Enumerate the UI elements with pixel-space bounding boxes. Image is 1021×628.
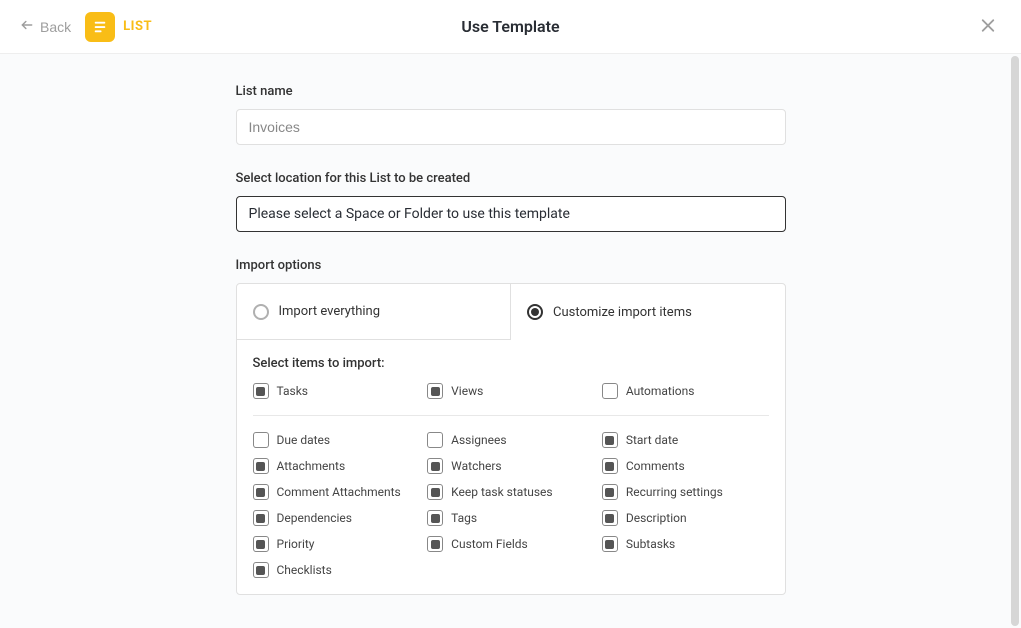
- list-icon: [85, 12, 115, 42]
- checkbox-label: Attachments: [277, 459, 346, 473]
- checkbox-item-attachments[interactable]: Attachments: [253, 458, 420, 474]
- location-section: Select location for this List to be crea…: [236, 171, 786, 232]
- scrollbar[interactable]: [1011, 56, 1019, 626]
- checkbox-item-priority[interactable]: Priority: [253, 536, 420, 552]
- page-title: Use Template: [461, 17, 559, 36]
- checkbox-label: Custom Fields: [451, 537, 528, 551]
- checkbox-item-checklists[interactable]: Checklists: [253, 562, 420, 578]
- checkbox-label: Keep task statuses: [451, 485, 552, 499]
- checkbox-icon: [602, 432, 618, 448]
- close-button[interactable]: [975, 12, 1001, 41]
- location-label: Select location for this List to be crea…: [236, 171, 786, 186]
- checkbox-icon: [427, 458, 443, 474]
- checkbox-label: Start date: [626, 433, 678, 447]
- checkbox-item-comments[interactable]: Comments: [602, 458, 769, 474]
- modal-header: Back LIST Use Template: [0, 0, 1021, 54]
- import-options-section: Import options Import everything Customi…: [236, 258, 786, 595]
- checkbox-item-dependencies[interactable]: Dependencies: [253, 510, 420, 526]
- checkbox-icon: [602, 458, 618, 474]
- close-icon: [979, 22, 997, 37]
- checkbox-label: Comment Attachments: [277, 485, 401, 499]
- back-button[interactable]: Back: [16, 14, 75, 39]
- location-placeholder: Please select a Space or Folder to use t…: [249, 206, 570, 222]
- checkbox-item-due-dates[interactable]: Due dates: [253, 432, 420, 448]
- checkbox-label: Dependencies: [277, 511, 352, 525]
- checkbox-label: Priority: [277, 537, 315, 551]
- checkbox-icon: [602, 484, 618, 500]
- list-name-section: List name: [236, 84, 786, 145]
- checkbox-item-custom-fields[interactable]: Custom Fields: [427, 536, 594, 552]
- content-area: List name Select location for this List …: [0, 54, 1021, 628]
- checkbox-section: Tasks Views Automations Due dates Assignees…: [237, 383, 785, 594]
- checkbox-label: Tags: [451, 511, 477, 525]
- location-select[interactable]: Please select a Space or Folder to use t…: [236, 196, 786, 232]
- checkbox-icon: [427, 383, 443, 399]
- import-panel: Import everything Customize import items…: [236, 283, 786, 595]
- list-badge: LIST: [85, 12, 152, 42]
- checkbox-label: Assignees: [451, 433, 506, 447]
- checkbox-item-views[interactable]: Views: [427, 383, 594, 399]
- top-checkbox-grid: Tasks Views Automations: [253, 383, 769, 416]
- checkbox-label: Comments: [626, 459, 685, 473]
- checkbox-item-start-date[interactable]: Start date: [602, 432, 769, 448]
- select-items-label: Select items to import:: [237, 340, 785, 383]
- radio-label: Customize import items: [553, 305, 692, 320]
- list-name-label: List name: [236, 84, 786, 99]
- checkbox-icon: [602, 383, 618, 399]
- checkbox-item-assignees[interactable]: Assignees: [427, 432, 594, 448]
- checkbox-icon: [253, 510, 269, 526]
- back-label: Back: [40, 19, 71, 35]
- detail-checkbox-grid: Due dates Assignees Start date Attachments W…: [253, 432, 769, 578]
- arrow-left-icon: [20, 18, 34, 35]
- checkbox-label: Description: [626, 511, 687, 525]
- list-badge-text: LIST: [123, 19, 152, 34]
- checkbox-icon: [253, 458, 269, 474]
- checkbox-icon: [427, 536, 443, 552]
- checkbox-label: Automations: [626, 384, 695, 398]
- checkbox-icon: [253, 536, 269, 552]
- checkbox-icon: [427, 484, 443, 500]
- checkbox-item-automations[interactable]: Automations: [602, 383, 769, 399]
- checkbox-icon: [253, 484, 269, 500]
- radio-import-everything[interactable]: Import everything: [237, 284, 512, 340]
- checkbox-label: Due dates: [277, 433, 331, 447]
- checkbox-label: Subtasks: [626, 537, 675, 551]
- checkbox-label: Recurring settings: [626, 485, 723, 499]
- checkbox-item-tasks[interactable]: Tasks: [253, 383, 420, 399]
- checkbox-item-description[interactable]: Description: [602, 510, 769, 526]
- checkbox-icon: [602, 510, 618, 526]
- checkbox-item-keep-task-statuses[interactable]: Keep task statuses: [427, 484, 594, 500]
- checkbox-label: Checklists: [277, 563, 332, 577]
- radio-label: Import everything: [279, 304, 381, 319]
- checkbox-item-tags[interactable]: Tags: [427, 510, 594, 526]
- checkbox-item-comment-attachments[interactable]: Comment Attachments: [253, 484, 420, 500]
- radio-customize-import[interactable]: Customize import items: [511, 284, 785, 340]
- checkbox-item-watchers[interactable]: Watchers: [427, 458, 594, 474]
- checkbox-label: Views: [451, 384, 483, 398]
- list-name-input[interactable]: [236, 109, 786, 145]
- checkbox-label: Tasks: [277, 384, 309, 398]
- radio-row: Import everything Customize import items: [237, 284, 785, 340]
- checkbox-icon: [427, 510, 443, 526]
- import-options-label: Import options: [236, 258, 786, 273]
- checkbox-icon: [427, 432, 443, 448]
- checkbox-icon: [602, 536, 618, 552]
- checkbox-icon: [253, 432, 269, 448]
- checkbox-icon: [253, 383, 269, 399]
- radio-icon: [253, 304, 269, 320]
- checkbox-label: Watchers: [451, 459, 501, 473]
- radio-dot: [531, 308, 539, 316]
- checkbox-item-subtasks[interactable]: Subtasks: [602, 536, 769, 552]
- radio-icon-selected: [527, 304, 543, 320]
- checkbox-item-recurring-settings[interactable]: Recurring settings: [602, 484, 769, 500]
- checkbox-icon: [253, 562, 269, 578]
